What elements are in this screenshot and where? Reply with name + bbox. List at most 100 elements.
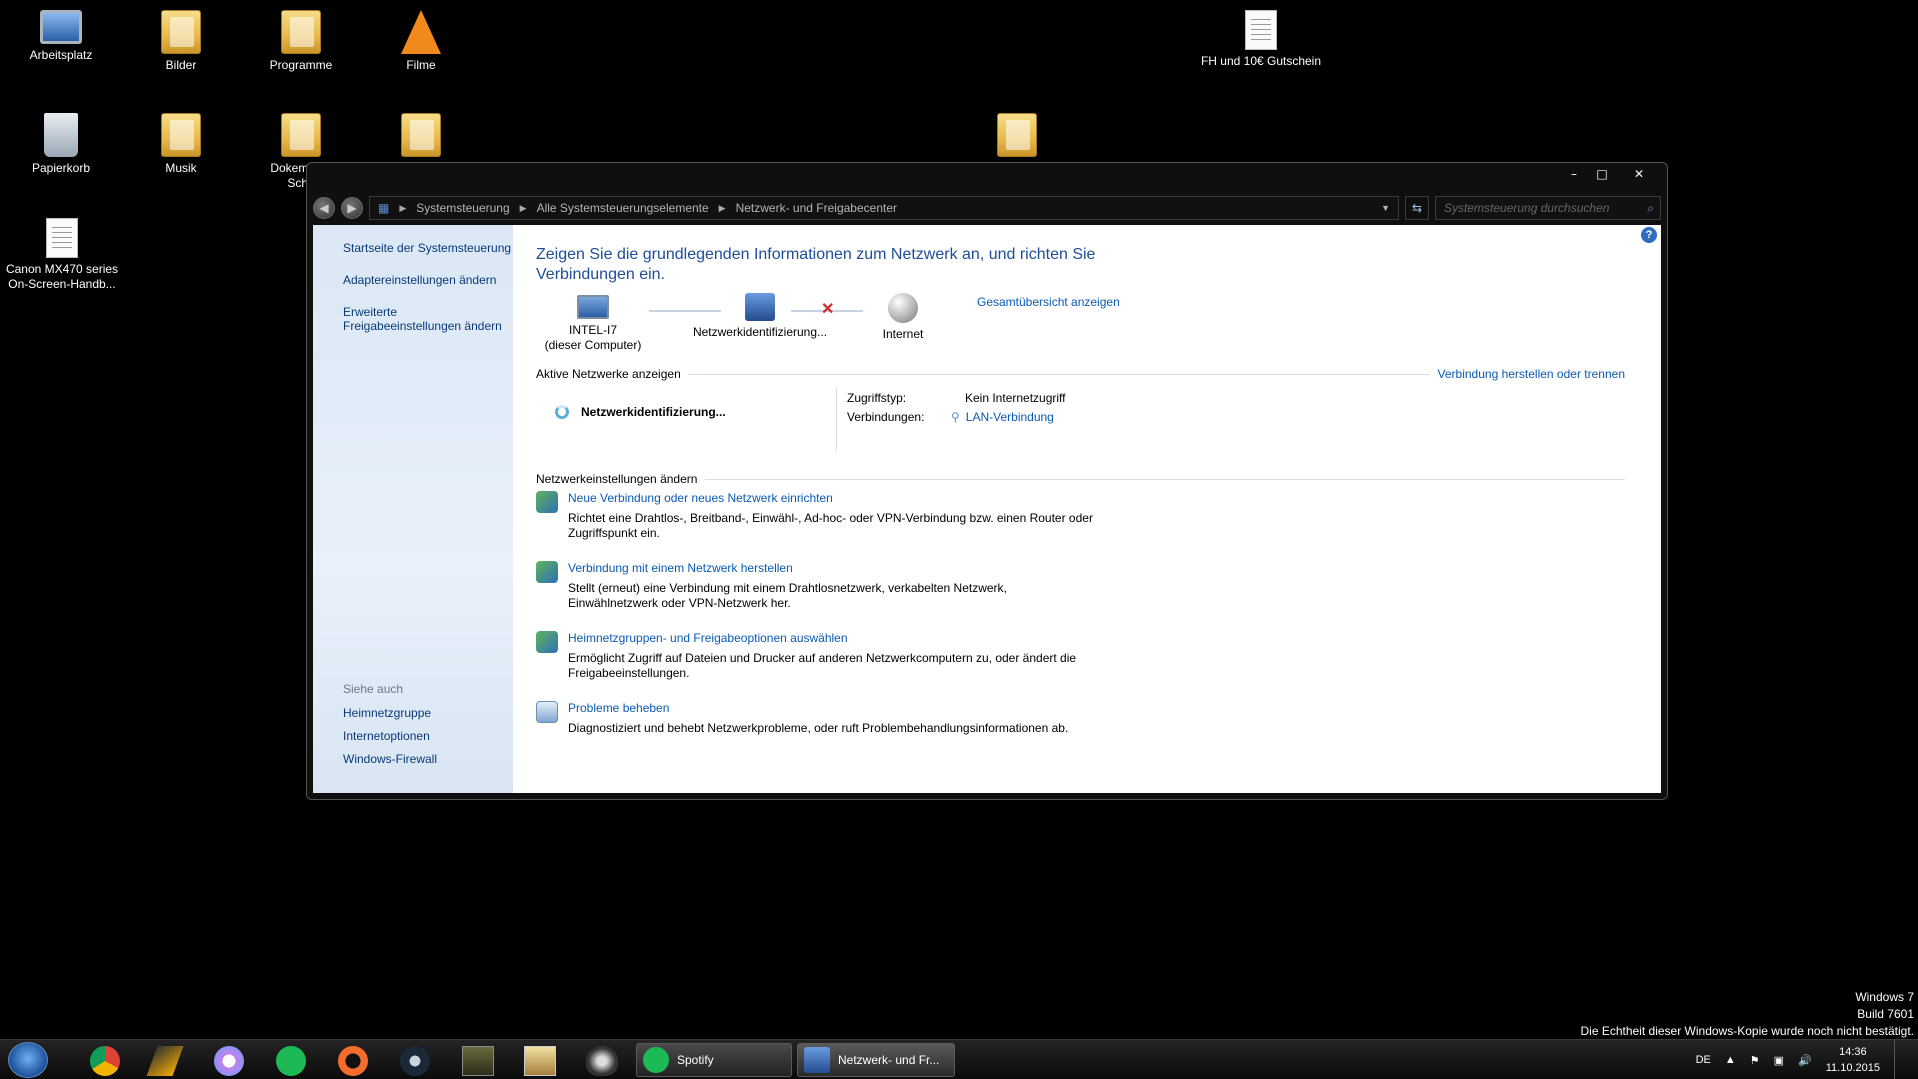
taskbar: Spotify Netzwerk- und Fr... DE ▲ ⚑ ▣ 🔊 1… — [0, 1039, 1918, 1079]
breadcrumb-separator-icon: ▶ — [718, 202, 726, 213]
map-node-internet[interactable]: Internet — [868, 293, 938, 342]
new-connection-icon — [536, 491, 558, 513]
desktop-icon-gutschein[interactable]: FH und 10€ Gutschein — [1196, 10, 1326, 69]
link-homegroup-sharing[interactable]: Heimnetzgruppen- und Freigabeoptionen au… — [568, 631, 1096, 645]
desktop-icon-label: Arbeitsplatz — [29, 48, 93, 62]
link-control-panel-home[interactable]: Startseite der Systemsteuerung — [343, 241, 513, 255]
back-button[interactable]: ◀ — [313, 197, 335, 219]
breadcrumb[interactable]: ▦ ▶ Systemsteuerung ▶ Alle Systemsteueru… — [369, 196, 1399, 220]
minimize-button[interactable]: – — [1561, 165, 1587, 183]
desktop-icon-canon[interactable]: Canon MX470 series On-Screen-Handb... — [2, 218, 122, 292]
watermark-line: Die Echtheit dieser Windows-Kopie wurde … — [1580, 1024, 1914, 1038]
link-connect-disconnect[interactable]: Verbindung herstellen oder trennen — [1438, 367, 1625, 381]
help-icon[interactable]: ? — [1641, 227, 1657, 243]
link-change-adapter-settings[interactable]: Adaptereinstellungen ändern — [343, 273, 513, 287]
troubleshoot-icon — [536, 701, 558, 723]
homegroup-icon — [536, 631, 558, 653]
task-homegroup-sharing: Heimnetzgruppen- und Freigabeoptionen au… — [536, 631, 1096, 681]
breadcrumb-separator-icon: ▶ — [399, 202, 407, 213]
map-node-computer[interactable]: INTEL-I7 (dieser Computer) — [533, 295, 653, 353]
active-network-entry: Netzwerkidentifizierung... — [555, 405, 726, 419]
desktop-icon-musik[interactable]: Musik — [126, 113, 236, 176]
link-internet-options[interactable]: Internetoptionen — [343, 729, 437, 743]
forward-button[interactable]: ▶ — [341, 197, 363, 219]
computer-name: INTEL-I7 — [568, 323, 617, 337]
desktop-icon-folder-5[interactable] — [962, 113, 1072, 161]
mouse-app-icon[interactable] — [586, 1046, 618, 1076]
start-button[interactable] — [8, 1042, 48, 1078]
task-label: Spotify — [677, 1053, 714, 1067]
globe-icon — [888, 293, 918, 323]
network-icon — [745, 293, 775, 321]
computer-icon — [577, 295, 609, 319]
desktop-icon-folder-4[interactable] — [366, 113, 476, 161]
close-button[interactable]: ✕ — [1617, 165, 1661, 183]
connections-value-wrap: ⚲ LAN-Verbindung — [951, 408, 1054, 427]
control-panel-icon: ▦ — [378, 201, 390, 215]
fl-studio-icon[interactable] — [462, 1046, 494, 1076]
folder-icon — [161, 113, 201, 157]
network-status-icon[interactable]: ▣ — [1774, 1054, 1784, 1067]
change-settings-header: Netzwerkeinstellungen ändern — [536, 472, 1625, 486]
link-new-connection[interactable]: Neue Verbindung oder neues Netzwerk einr… — [568, 491, 1096, 505]
chrome-icon[interactable] — [90, 1046, 120, 1076]
watermark-line: Build 7601 — [1857, 1007, 1914, 1021]
change-settings-label: Netzwerkeinstellungen ändern — [536, 472, 698, 486]
desktop-icon-papierkorb[interactable]: Papierkorb — [6, 113, 116, 176]
loading-spinner-icon — [555, 405, 569, 419]
desktop-icon-label: Papierkorb — [31, 161, 91, 175]
connections-label: Verbindungen: — [847, 410, 925, 424]
search-icon[interactable]: ⌕ — [1647, 201, 1654, 216]
task-new-connection: Neue Verbindung oder neues Netzwerk einr… — [536, 491, 1096, 541]
desktop-icon-programme[interactable]: Programme — [246, 10, 356, 73]
dropdown-chevron-icon[interactable]: ▼ — [1381, 203, 1390, 213]
refresh-button[interactable]: ⇆ — [1405, 196, 1429, 220]
link-full-map[interactable]: Gesamtübersicht anzeigen — [977, 295, 1120, 309]
link-advanced-sharing-settings[interactable]: Erweiterte Freigabeeinstellungen ändern — [343, 305, 513, 333]
desktop-icon-arbeitsplatz[interactable]: Arbeitsplatz — [6, 10, 116, 63]
maximize-button[interactable]: □ — [1589, 165, 1615, 183]
breadcrumb-item[interactable]: Alle Systemsteuerungselemente — [537, 201, 709, 215]
winamp-icon[interactable] — [146, 1046, 184, 1076]
show-desktop-button[interactable] — [1894, 1040, 1904, 1079]
map-node-network[interactable]: Netzwerkidentifizierung... — [675, 293, 845, 340]
desktop-icon-bilder[interactable]: Bilder — [126, 10, 236, 73]
desktop-icon-label: Canon MX470 series On-Screen-Handb... — [5, 262, 119, 291]
taskbar-task-network-center[interactable]: Netzwerk- und Fr... — [797, 1043, 955, 1077]
link-homegroup[interactable]: Heimnetzgruppe — [343, 706, 437, 720]
show-hidden-icons-icon[interactable]: ▲ — [1725, 1054, 1736, 1066]
access-type-label: Zugriffstyp: — [847, 391, 907, 405]
clock[interactable]: 14:36 11.10.2015 — [1826, 1044, 1880, 1076]
taskbar-task-spotify[interactable]: Spotify — [636, 1043, 792, 1077]
task-description: Ermöglicht Zugriff auf Dateien und Druck… — [568, 651, 1077, 680]
desktop-icon-filme[interactable]: Filme — [366, 10, 476, 73]
see-also-label: Siehe auch — [343, 682, 404, 696]
steam-icon[interactable] — [400, 1046, 430, 1076]
link-troubleshoot[interactable]: Probleme beheben — [568, 701, 1068, 715]
volume-icon[interactable]: 🔊 — [1798, 1054, 1812, 1067]
active-networks-header: Aktive Netzwerke anzeigen Verbindung her… — [536, 367, 1625, 381]
origin-icon[interactable] — [338, 1046, 368, 1076]
desktop-icon-label: Bilder — [165, 58, 197, 72]
link-windows-firewall[interactable]: Windows-Firewall — [343, 752, 437, 766]
breadcrumb-item[interactable]: Systemsteuerung — [416, 201, 509, 215]
photo-viewer-icon[interactable] — [524, 1046, 556, 1076]
main-pane: ? Zeigen Sie die grundlegenden Informati… — [513, 225, 1661, 793]
help-document-icon — [46, 218, 78, 258]
spotify-icon[interactable] — [276, 1046, 306, 1076]
left-task-pane: Startseite der Systemsteuerung Adapterei… — [313, 225, 513, 793]
divider — [705, 478, 1625, 480]
folder-icon — [401, 113, 441, 157]
link-lan-connection[interactable]: LAN-Verbindung — [966, 408, 1054, 427]
itunes-icon[interactable] — [214, 1046, 244, 1076]
desktop-icon-label: Musik — [165, 161, 197, 175]
action-center-flag-icon[interactable]: ⚑ — [1750, 1054, 1760, 1067]
language-indicator[interactable]: DE — [1696, 1054, 1711, 1066]
breadcrumb-item[interactable]: Netzwerk- und Freigabecenter — [736, 201, 897, 215]
folder-icon — [161, 10, 201, 54]
connect-network-icon — [536, 561, 558, 583]
task-troubleshoot: Probleme beheben Diagnostiziert und behe… — [536, 701, 1096, 736]
search-input[interactable]: Systemsteuerung durchsuchen ⌕ — [1435, 196, 1661, 220]
link-connect-network[interactable]: Verbindung mit einem Netzwerk herstellen — [568, 561, 1096, 575]
disconnected-x-icon[interactable]: ✕ — [821, 299, 834, 319]
